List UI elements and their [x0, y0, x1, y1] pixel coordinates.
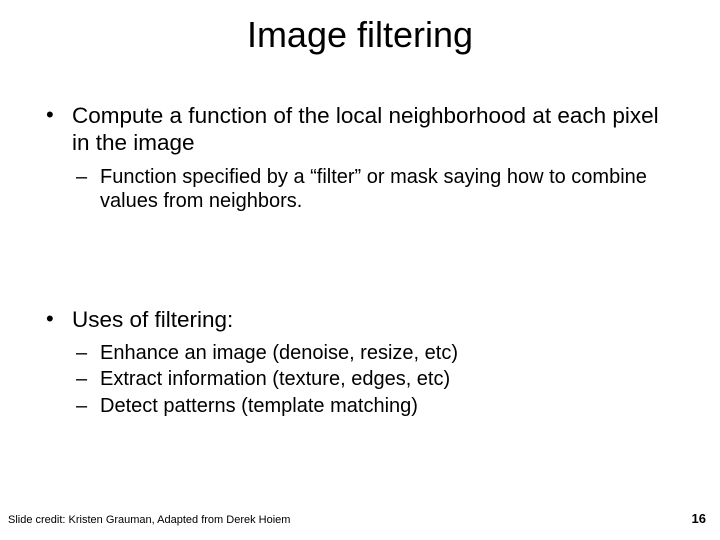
- sub-bullet-list: Function specified by a “filter” or mask…: [72, 165, 680, 214]
- slide-title: Image filtering: [0, 0, 720, 66]
- bullet-text: Compute a function of the local neighbor…: [72, 103, 659, 155]
- sub-bullet-item: Detect patterns (template matching): [72, 394, 680, 418]
- slide: Image filtering Compute a function of th…: [0, 0, 720, 540]
- bullet-item: Uses of filtering: Enhance an image (den…: [40, 306, 680, 419]
- sub-bullet-item: Enhance an image (denoise, resize, etc): [72, 341, 680, 365]
- sub-bullet-text: Function specified by a “filter” or mask…: [100, 166, 647, 212]
- bullet-item: Compute a function of the local neighbor…: [40, 102, 680, 214]
- slide-credit: Slide credit: Kristen Grauman, Adapted f…: [8, 514, 290, 526]
- spacer: [40, 236, 680, 270]
- bullet-list: Uses of filtering: Enhance an image (den…: [40, 306, 680, 419]
- bullet-list: Compute a function of the local neighbor…: [40, 102, 680, 214]
- bullet-text: Uses of filtering:: [72, 307, 233, 332]
- sub-bullet-item: Function specified by a “filter” or mask…: [72, 165, 680, 214]
- sub-bullet-text: Detect patterns (template matching): [100, 395, 418, 417]
- slide-body: Compute a function of the local neighbor…: [0, 102, 720, 418]
- sub-bullet-text: Extract information (texture, edges, etc…: [100, 368, 450, 390]
- sub-bullet-item: Extract information (texture, edges, etc…: [72, 367, 680, 391]
- sub-bullet-list: Enhance an image (denoise, resize, etc) …: [72, 341, 680, 418]
- page-number: 16: [692, 511, 706, 526]
- sub-bullet-text: Enhance an image (denoise, resize, etc): [100, 342, 458, 364]
